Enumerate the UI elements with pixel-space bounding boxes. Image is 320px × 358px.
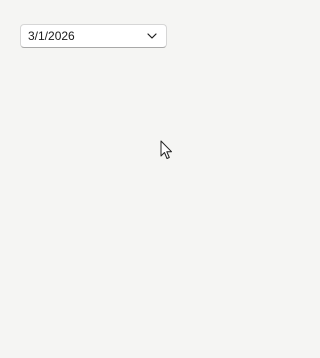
app-window: 3/1/2026 [0, 0, 318, 358]
date-picker-value: 3/1/2026 [28, 29, 75, 43]
date-picker[interactable]: 3/1/2026 [20, 24, 167, 48]
chevron-down-icon[interactable] [146, 30, 158, 42]
mouse-cursor-icon [160, 140, 174, 160]
